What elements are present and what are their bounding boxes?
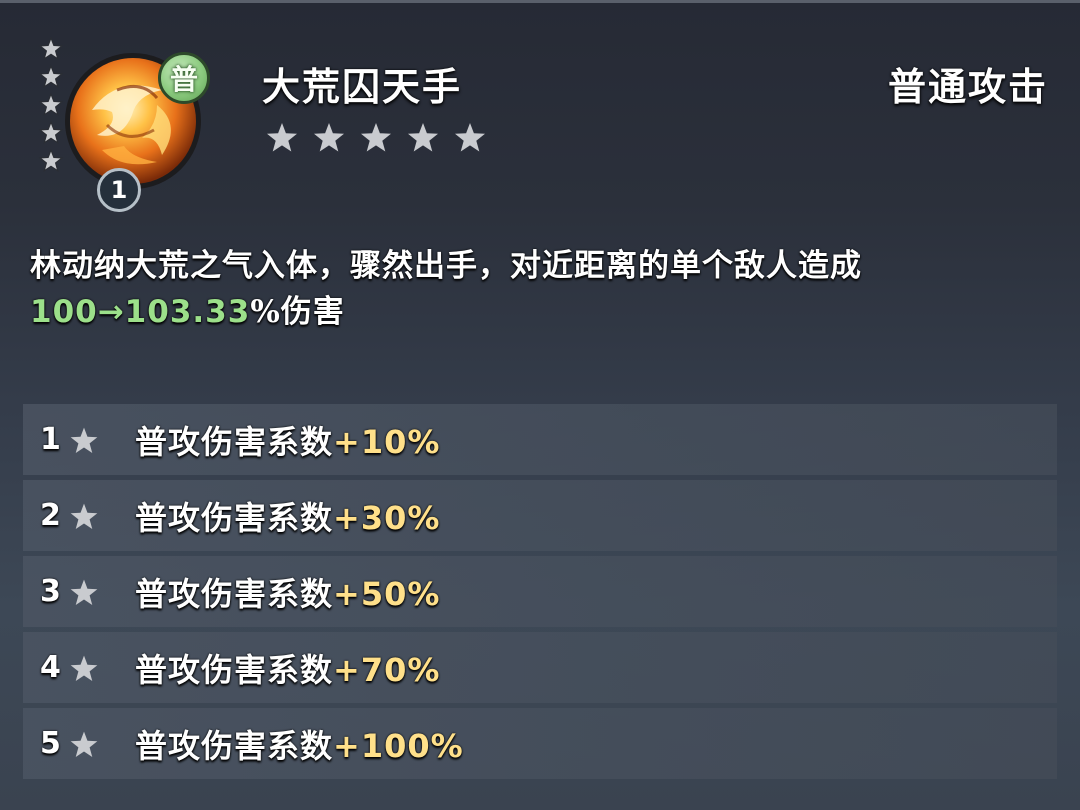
- star-icon: [38, 64, 64, 89]
- upgrade-label: 普攻伤害系数+10%: [135, 417, 440, 463]
- star-icon: [70, 579, 98, 605]
- upgrade-row: 1 普攻伤害系数+10%: [23, 404, 1057, 475]
- star-icon: [70, 503, 98, 529]
- skill-star-rating: [264, 120, 488, 156]
- upgrade-row: 5 普攻伤害系数+100%: [23, 708, 1057, 779]
- star-icon: [70, 731, 98, 757]
- star-icon: [314, 123, 344, 152]
- upgrade-star-number: 1: [40, 422, 61, 457]
- upgrade-row: 3 普攻伤害系数+50%: [23, 556, 1057, 627]
- damage-suffix: %伤害: [250, 294, 345, 330]
- upgrade-star-number: 4: [40, 650, 61, 685]
- upgrade-star-number: 3: [40, 574, 61, 609]
- upgrade-label-text: 普攻伤害系数: [135, 498, 334, 537]
- upgrade-value: +50%: [333, 574, 441, 613]
- upgrade-value: +10%: [333, 422, 441, 461]
- top-border: [0, 0, 1080, 3]
- skill-type: 普通攻击: [887, 64, 1048, 109]
- upgrade-label-text: 普攻伤害系数: [135, 574, 334, 613]
- upgrade-value: +100%: [333, 726, 464, 765]
- upgrade-list: 1 普攻伤害系数+10% 2 普攻伤害系数+30% 3 普攻伤害系数+50% 4…: [23, 404, 1057, 784]
- skill-description: 林动纳大荒之气入体，骤然出手，对近距离的单个敌人造成 100→103.33%伤害: [30, 243, 1060, 335]
- normal-attack-badge: 普: [158, 52, 210, 104]
- star-icon: [38, 36, 64, 61]
- star-icon: [267, 123, 297, 152]
- star-icon: [70, 427, 98, 453]
- upgrade-star-number: 5: [40, 726, 61, 761]
- upgrade-label: 普攻伤害系数+50%: [135, 569, 440, 615]
- upgrade-value: +70%: [333, 650, 441, 689]
- upgrade-label: 普攻伤害系数+70%: [135, 645, 440, 691]
- star-icon: [70, 655, 98, 681]
- skill-name: 大荒囚天手: [262, 64, 463, 109]
- star-icon: [38, 148, 64, 173]
- upgrade-row: 4 普攻伤害系数+70%: [23, 632, 1057, 703]
- star-icon: [361, 123, 391, 152]
- star-icon: [408, 123, 438, 152]
- upgrade-label: 普攻伤害系数+100%: [135, 721, 464, 767]
- upgrade-label-text: 普攻伤害系数: [135, 650, 334, 689]
- star-icon: [455, 123, 485, 152]
- description-text: 林动纳大荒之气入体，骤然出手，对近距离的单个敌人造成: [30, 248, 862, 284]
- upgrade-star-number: 2: [40, 498, 61, 533]
- damage-value: 100→103.33: [30, 294, 251, 330]
- upgrade-value: +30%: [333, 498, 441, 537]
- star-icon: [38, 120, 64, 145]
- upgrade-row: 2 普攻伤害系数+30%: [23, 480, 1057, 551]
- upgrade-label-text: 普攻伤害系数: [135, 422, 334, 461]
- upgrade-label-text: 普攻伤害系数: [135, 726, 334, 765]
- upgrade-label: 普攻伤害系数+30%: [135, 493, 440, 539]
- star-icon: [38, 92, 64, 117]
- skill-level-badge: 1: [97, 168, 141, 212]
